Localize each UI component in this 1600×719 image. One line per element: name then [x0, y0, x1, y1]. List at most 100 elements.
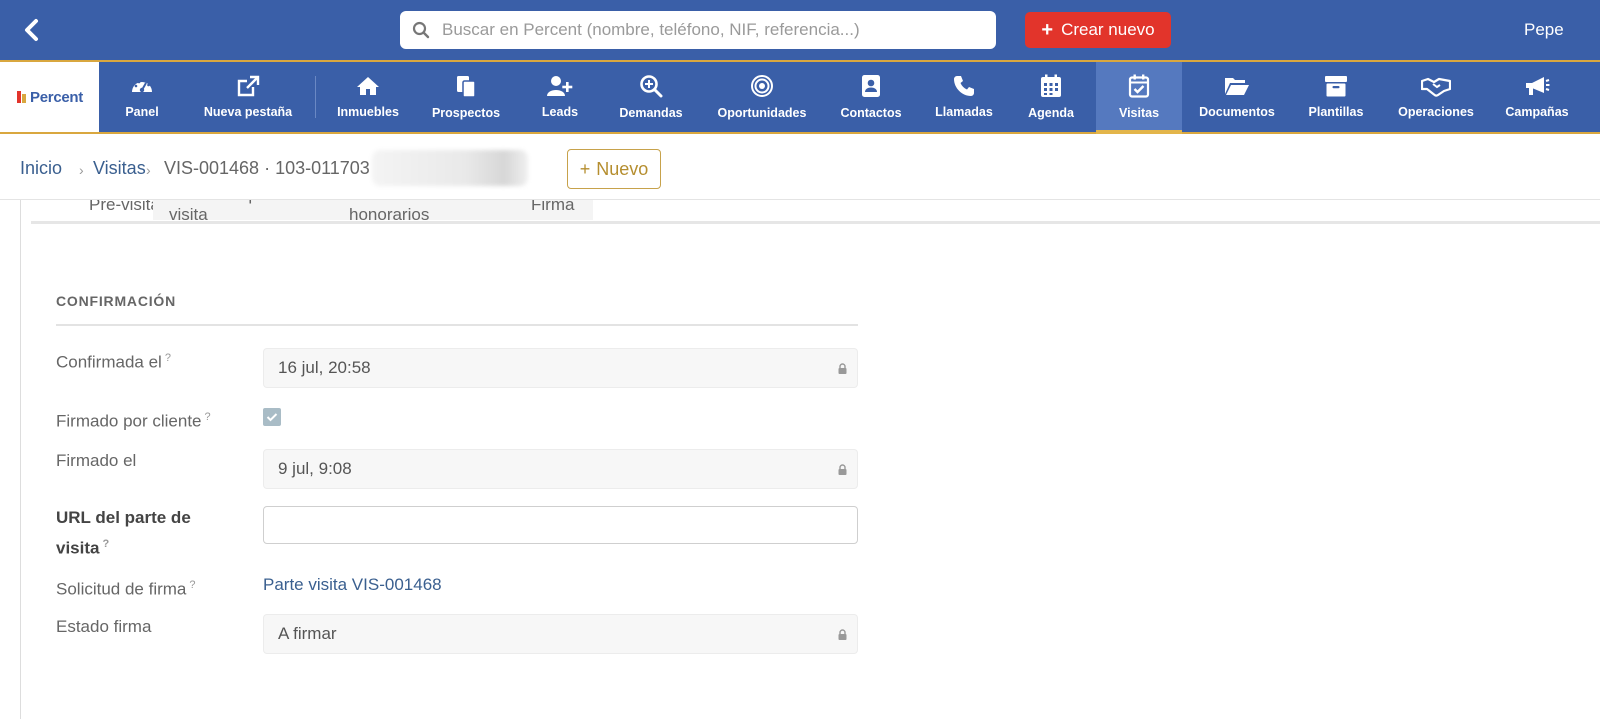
external-link-icon	[237, 75, 260, 97]
nav-item-plantillas[interactable]: Plantillas	[1306, 62, 1366, 132]
chevron-left-icon	[25, 19, 38, 41]
help-icon[interactable]: ?	[189, 579, 195, 591]
handshake-icon	[1421, 77, 1451, 97]
nav-label: Plantillas	[1308, 105, 1364, 119]
nav-item-prospectos[interactable]: Prospectos	[432, 62, 500, 132]
new-button[interactable]: + Nuevo	[567, 149, 661, 189]
url-parte-input[interactable]	[264, 507, 857, 543]
breadcrumb-visitas[interactable]: Visitas	[93, 158, 146, 179]
create-new-label: Crear nuevo	[1061, 20, 1155, 39]
percent-logo[interactable]: Percent	[0, 62, 99, 132]
breadcrumb: Inicio › Visitas › VIS-001468 · 103-0117…	[0, 136, 1600, 200]
confirmada-el-value: 16 jul, 20:58	[278, 358, 371, 377]
lock-icon	[838, 464, 847, 475]
nav-label: Documentos	[1199, 105, 1275, 119]
breadcrumb-separator: ›	[146, 162, 151, 178]
breadcrumb-home[interactable]: Inicio	[20, 158, 62, 179]
tab-feedback[interactable]: Feedback post-visita	[153, 200, 333, 221]
breadcrumb-separator: ›	[79, 162, 84, 178]
nav-label: Prospectos	[431, 106, 501, 120]
main-nav: Percent Panel Nueva pestaña Inmuebles Pr…	[0, 60, 1600, 134]
home-icon	[357, 77, 379, 95]
lock-icon	[838, 363, 847, 374]
help-icon[interactable]: ?	[205, 411, 211, 423]
nav-item-oportunidades[interactable]: Oportunidades	[716, 62, 808, 132]
confirmada-el-label: Confirmada el?	[56, 352, 171, 372]
nav-item-llamadas[interactable]: Llamadas	[935, 62, 993, 132]
calendar-icon	[1041, 74, 1061, 97]
nav-label: Contactos	[840, 106, 902, 120]
tab-bar: Pre-visita Feedback post-visita Previsió…	[31, 200, 1600, 224]
tab-firma[interactable]: Firma	[515, 200, 593, 220]
nav-label: Agenda	[1028, 106, 1074, 120]
top-bar: + Crear nuevo Pepe	[0, 0, 1600, 60]
solicitud-firma-link[interactable]: Parte visita VIS-001468	[263, 575, 442, 595]
estado-firma-label: Estado firma	[56, 617, 152, 636]
tab-prevision[interactable]: Previsión honorarios	[333, 200, 515, 221]
plus-icon: +	[1041, 19, 1054, 41]
help-icon[interactable]: ?	[165, 352, 171, 364]
back-button[interactable]	[18, 16, 46, 44]
section-title: CONFIRMACIÓN	[56, 293, 177, 309]
firmado-por-cliente-checkbox[interactable]	[263, 408, 281, 426]
url-parte-label: URL del parte de visita?	[56, 508, 191, 558]
contact-book-icon	[862, 75, 880, 97]
redacted-area	[372, 150, 528, 186]
check-icon	[266, 413, 278, 422]
url-parte-field[interactable]	[263, 506, 858, 544]
nav-divider	[315, 76, 316, 118]
dashboard-icon	[132, 79, 152, 93]
estado-firma-value: A firmar	[278, 624, 337, 643]
nav-item-operaciones[interactable]: Operaciones	[1396, 62, 1476, 132]
nav-label: Nueva pestaña	[203, 105, 293, 119]
section-divider	[56, 324, 858, 326]
firmado-el-label: Firmado el	[56, 451, 137, 470]
search-plus-icon	[640, 75, 663, 98]
nav-label: Llamadas	[935, 105, 993, 119]
confirmada-el-field: 16 jul, 20:58	[263, 348, 858, 388]
nav-item-agenda[interactable]: Agenda	[1026, 62, 1076, 132]
nav-item-contactos[interactable]: Contactos	[840, 62, 902, 132]
archive-icon	[1325, 76, 1347, 97]
nav-label: Oportunidades	[717, 106, 807, 120]
firmado-por-cliente-label: Firmado por cliente?	[56, 411, 211, 431]
megaphone-icon	[1526, 77, 1550, 95]
help-icon[interactable]: ?	[102, 538, 109, 550]
folder-open-icon	[1225, 78, 1249, 95]
search-icon	[412, 21, 430, 39]
solicitud-firma-label: Solicitud de firma?	[56, 579, 196, 599]
nav-item-nueva-pestana[interactable]: Nueva pestaña	[200, 62, 296, 132]
estado-firma-field: A firmar	[263, 614, 858, 654]
nav-item-visitas[interactable]: Visitas	[1096, 62, 1182, 134]
nav-item-campanas[interactable]: Campañas	[1504, 62, 1570, 132]
create-new-button[interactable]: + Crear nuevo	[1025, 12, 1171, 48]
nav-label: Visitas	[1118, 106, 1160, 120]
nav-label: Operaciones	[1398, 105, 1474, 119]
percent-logo-icon	[17, 91, 27, 103]
search-box[interactable]	[400, 11, 996, 49]
documents-icon	[457, 76, 476, 98]
nav-item-demandas[interactable]: Demandas	[618, 62, 684, 132]
plus-icon: +	[579, 158, 591, 179]
nav-item-panel[interactable]: Panel	[116, 62, 168, 132]
nav-item-leads[interactable]: Leads	[538, 62, 582, 132]
user-menu[interactable]: Pepe	[1524, 20, 1564, 40]
nav-label: Inmuebles	[337, 105, 399, 119]
nav-item-inmuebles[interactable]: Inmuebles	[334, 62, 402, 132]
logo-text: Percent	[30, 88, 83, 106]
main-content: Pre-visita Feedback post-visita Previsió…	[20, 200, 1600, 719]
user-plus-icon	[547, 76, 573, 96]
nav-label: Panel	[125, 105, 159, 119]
target-icon	[751, 75, 773, 97]
firmado-el-value: 9 jul, 9:08	[278, 459, 352, 478]
search-input[interactable]	[442, 20, 982, 40]
firmado-el-field: 9 jul, 9:08	[263, 449, 858, 489]
new-button-label: Nuevo	[596, 158, 649, 179]
nav-label: Campañas	[1505, 105, 1569, 119]
nav-label: Demandas	[619, 106, 683, 120]
calendar-check-icon	[1128, 74, 1150, 98]
nav-label: Leads	[541, 105, 579, 119]
nav-item-documentos[interactable]: Documentos	[1198, 62, 1276, 132]
phone-icon	[954, 76, 974, 96]
breadcrumb-current: VIS-001468 · 103-011703 · (	[164, 158, 392, 178]
